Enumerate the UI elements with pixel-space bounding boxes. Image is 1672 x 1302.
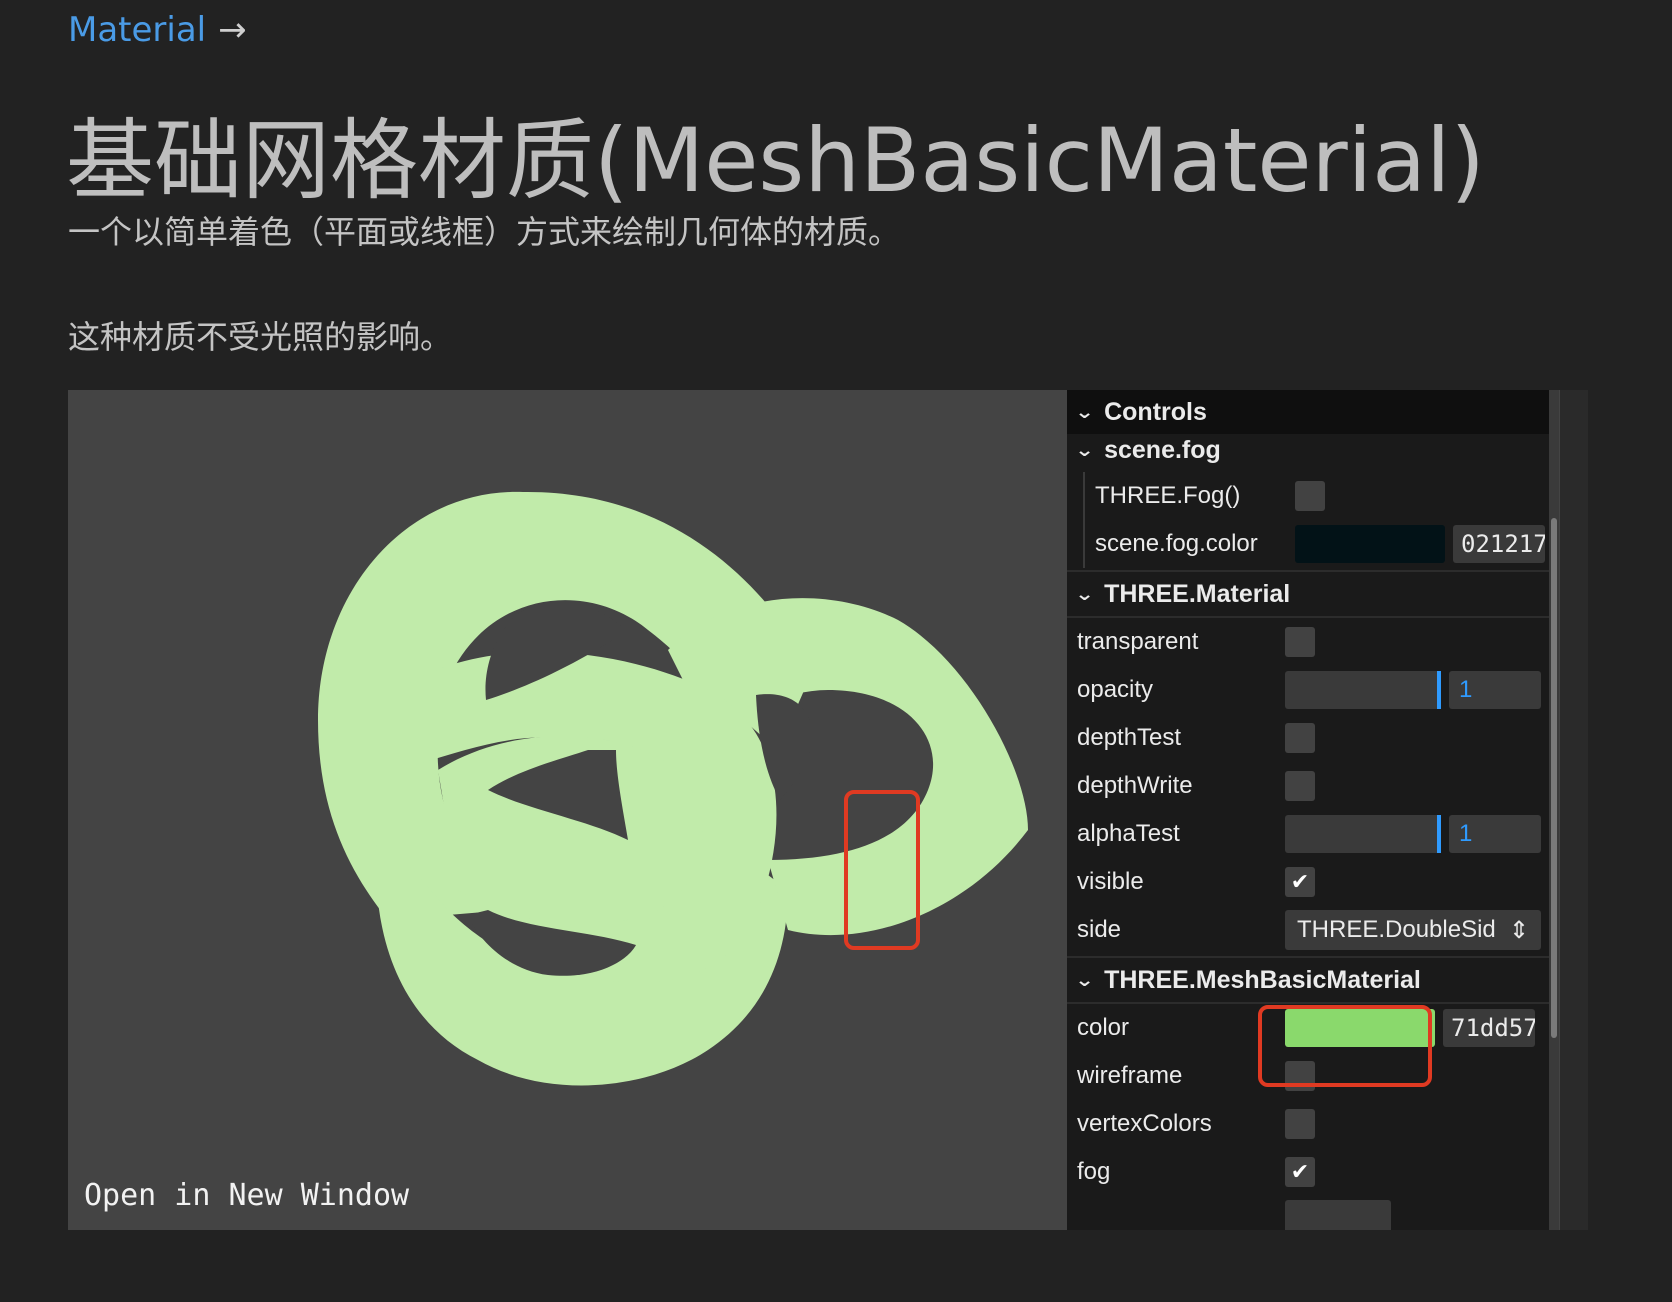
cutoff-select[interactable]: [1285, 1200, 1391, 1230]
side-select[interactable]: THREE.DoubleSid ⇕: [1285, 910, 1541, 950]
fog-color-swatch[interactable]: [1295, 525, 1445, 563]
folder-mesh-basic-material-title: THREE.MeshBasicMaterial: [1104, 965, 1421, 994]
check-icon: ✔: [1290, 1159, 1310, 1184]
scrollbar-thumb[interactable]: [1551, 518, 1557, 1038]
alphatest-slider-handle[interactable]: [1437, 815, 1441, 853]
chevron-down-icon: ⌄: [1074, 583, 1095, 604]
wireframe-label: wireframe: [1077, 1062, 1183, 1089]
depthtest-label: depthTest: [1077, 724, 1182, 751]
row-transparent: transparent: [1067, 618, 1557, 666]
row-visible: visible ✔: [1067, 858, 1557, 906]
row-fog: fog ✔: [1067, 1148, 1557, 1196]
alphatest-control: 1: [1285, 815, 1541, 853]
folder-scene-fog[interactable]: ⌄ scene.fog: [1067, 434, 1557, 466]
fog-color-label: scene.fog.color: [1095, 530, 1258, 557]
row-vertexcolors: vertexColors: [1067, 1100, 1557, 1148]
page-title: 基础网格材质(MeshBasicMaterial): [66, 109, 1485, 212]
alphatest-label: alphaTest: [1077, 820, 1180, 847]
fog-label: fog: [1077, 1158, 1111, 1185]
fog-checkbox[interactable]: ✔: [1285, 1157, 1315, 1187]
side-select-value: THREE.DoubleSid: [1297, 916, 1496, 943]
chevron-down-icon: ⌄: [1074, 401, 1095, 422]
breadcrumb-link-material[interactable]: Material: [68, 10, 206, 50]
arrow-right-icon: →: [218, 10, 247, 50]
alphatest-number-input[interactable]: 1: [1449, 815, 1541, 853]
fog-controls: THREE.Fog() scene.fog.color 021217: [1083, 472, 1557, 568]
depthwrite-label: depthWrite: [1077, 772, 1193, 799]
row-opacity: opacity 1: [1067, 666, 1557, 714]
row-fog-toggle: THREE.Fog(): [1085, 472, 1557, 520]
depthtest-checkbox[interactable]: [1285, 723, 1315, 753]
opacity-slider-handle[interactable]: [1437, 671, 1441, 709]
opacity-label: opacity: [1077, 676, 1154, 703]
page-note: 这种材质不受光照的影响。: [68, 318, 453, 356]
check-icon: ✔: [1290, 869, 1310, 894]
visible-label: visible: [1077, 868, 1144, 895]
fog-toggle-label: THREE.Fog(): [1095, 482, 1241, 509]
breadcrumb: Material →: [68, 10, 247, 50]
row-side: side THREE.DoubleSid ⇕: [1067, 906, 1557, 954]
chevron-down-icon: ⌄: [1074, 439, 1095, 460]
fog-toggle-checkbox[interactable]: [1295, 481, 1325, 511]
select-arrows-icon: ⇕: [1508, 916, 1529, 944]
visible-checkbox[interactable]: ✔: [1285, 867, 1315, 897]
opacity-slider[interactable]: [1285, 671, 1441, 709]
folder-three-material[interactable]: ⌄ THREE.Material: [1067, 570, 1557, 618]
row-alphatest: alphaTest 1: [1067, 810, 1557, 858]
fog-color-hex-input[interactable]: 021217: [1453, 525, 1545, 563]
open-in-new-window-link[interactable]: Open in New Window: [84, 1178, 409, 1213]
color-label: color: [1077, 1014, 1130, 1041]
opacity-control: 1: [1285, 671, 1541, 709]
row-cutoff: [1067, 1196, 1557, 1230]
row-fog-color: scene.fog.color 021217: [1085, 520, 1557, 568]
highlight-color-control: [1258, 1005, 1432, 1087]
folder-mesh-basic-material[interactable]: ⌄ THREE.MeshBasicMaterial: [1067, 956, 1557, 1004]
transparent-checkbox[interactable]: [1285, 627, 1315, 657]
vertexcolors-label: vertexColors: [1077, 1110, 1212, 1137]
folder-scene-fog-title: scene.fog: [1104, 435, 1221, 464]
color-hex-input[interactable]: 71dd57: [1443, 1009, 1535, 1047]
chevron-down-icon: ⌄: [1074, 969, 1095, 990]
depthwrite-checkbox[interactable]: [1285, 771, 1315, 801]
page-description: 一个以简单着色（平面或线框）方式来绘制几何体的材质。: [68, 213, 901, 251]
side-label: side: [1077, 916, 1122, 943]
panel-edge: [1560, 390, 1588, 1230]
highlight-mesh-region: [844, 790, 920, 950]
example-viewport[interactable]: Open in New Window ⌄ Controls ⌄ scene.fo…: [68, 390, 1588, 1230]
controls-header[interactable]: ⌄ Controls: [1067, 390, 1557, 434]
controls-panel: ⌄ Controls ⌄ scene.fog THREE.Fog() scene…: [1067, 390, 1557, 1230]
alphatest-slider[interactable]: [1285, 815, 1441, 853]
vertexcolors-checkbox[interactable]: [1285, 1109, 1315, 1139]
controls-scrollbar[interactable]: [1549, 390, 1559, 1230]
opacity-number-input[interactable]: 1: [1449, 671, 1541, 709]
transparent-label: transparent: [1077, 628, 1199, 655]
controls-title: Controls: [1104, 397, 1207, 426]
row-depthtest: depthTest: [1067, 714, 1557, 762]
row-depthwrite: depthWrite: [1067, 762, 1557, 810]
folder-three-material-title: THREE.Material: [1104, 579, 1291, 608]
